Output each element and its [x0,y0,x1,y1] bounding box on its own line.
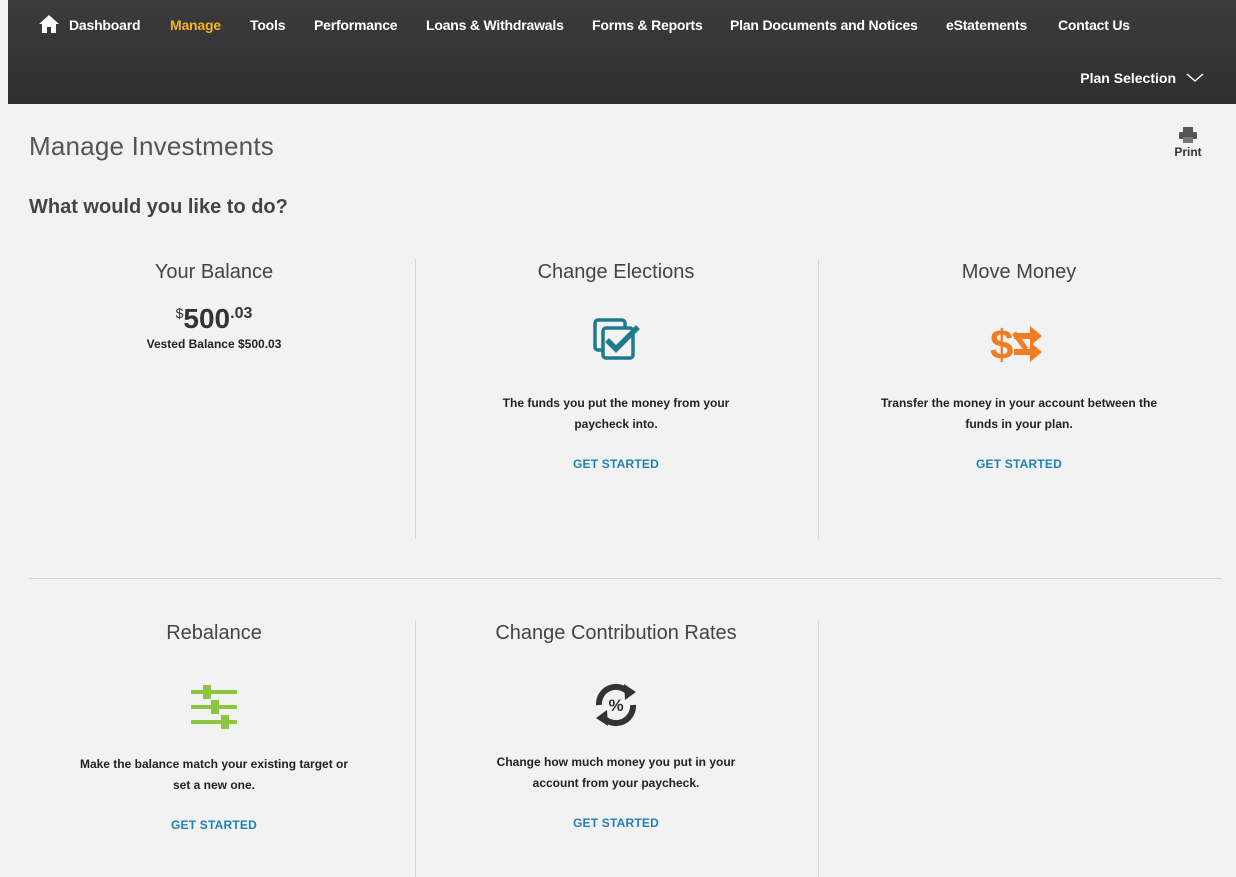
contribution-rates-title: Change Contribution Rates [495,622,737,644]
move-money-get-started-link[interactable]: GET STARTED [976,457,1062,471]
top-navbar: Dashboard Manage Tools Performance Loans… [8,0,1236,104]
nav-manage[interactable]: Manage [170,17,221,33]
svg-text:$: $ [990,321,1013,365]
move-money-title: Move Money [961,261,1077,283]
contribution-rates-get-started-link[interactable]: GET STARTED [573,816,659,830]
vested-balance: Vested Balance $500.03 [146,337,282,351]
change-elections-description-line1: The funds you put the money from your [502,396,730,410]
money-transfer-icon: $ [990,321,1042,365]
nav-forms-reports[interactable]: Forms & Reports [592,17,703,33]
home-icon[interactable] [38,14,60,34]
rebalance-description-line2: set a new one. [172,778,256,792]
balance-whole: 500 [183,303,231,334]
rebalance-get-started-link[interactable]: GET STARTED [171,818,257,832]
move-money-card: Move Money $ Transfer the money in your … [834,257,1204,473]
nav-performance[interactable]: Performance [314,17,398,33]
rebalance-description-line1: Make the balance match your existing tar… [79,757,349,771]
move-money-description-line1: Transfer the money in your account betwe… [880,396,1158,410]
rebalance-title: Rebalance [166,622,262,644]
column-divider [818,620,819,877]
print-button[interactable]: Print [1172,127,1204,159]
move-money-description-line2: funds in your plan. [965,417,1073,431]
svg-text:%: % [608,696,623,715]
nav-dashboard[interactable]: Dashboard [69,17,141,33]
plan-selection-dropdown[interactable]: Plan Selection [1080,70,1204,86]
nav-tools[interactable]: Tools [250,17,285,33]
nav-contact-us[interactable]: Contact Us [1058,17,1130,33]
sliders-icon [191,685,237,729]
balance-title: Your Balance [154,261,274,283]
change-elections-title: Change Elections [537,261,695,283]
balance-cents: .03 [230,305,253,322]
plan-selection-label: Plan Selection [1080,70,1176,86]
percent-cycle-icon: % [595,683,637,727]
chevron-down-icon [1186,73,1204,82]
rebalance-card: Rebalance Make the balance match your ex… [29,618,399,834]
column-divider [818,259,819,539]
nav-plan-documents[interactable]: Plan Documents and Notices [730,17,918,33]
printer-icon [1179,127,1197,143]
nav-loans-withdrawals[interactable]: Loans & Withdrawals [426,17,564,33]
print-label: Print [1174,145,1202,159]
contribution-rates-description-line2: account from your paycheck. [532,776,700,790]
contribution-rates-description-line1: Change how much money you put in your [496,755,736,769]
contribution-rates-card: Change Contribution Rates % Change how m… [431,618,801,832]
balance-amount: $500.03 [29,303,399,335]
row-divider [29,578,1222,579]
page-subtitle: What would you like to do? [29,196,288,218]
checklist-icon [593,318,640,360]
page-title: Manage Investments [29,131,274,161]
change-elections-description-line2: paycheck into. [574,417,658,431]
change-elections-get-started-link[interactable]: GET STARTED [573,457,659,471]
nav-estatements[interactable]: eStatements [946,17,1027,33]
column-divider [415,259,416,539]
balance-card: Your Balance $500.03 Vested Balance $500… [29,257,399,351]
column-divider [415,620,416,877]
change-elections-card: Change Elections The funds you put the m… [431,257,801,473]
